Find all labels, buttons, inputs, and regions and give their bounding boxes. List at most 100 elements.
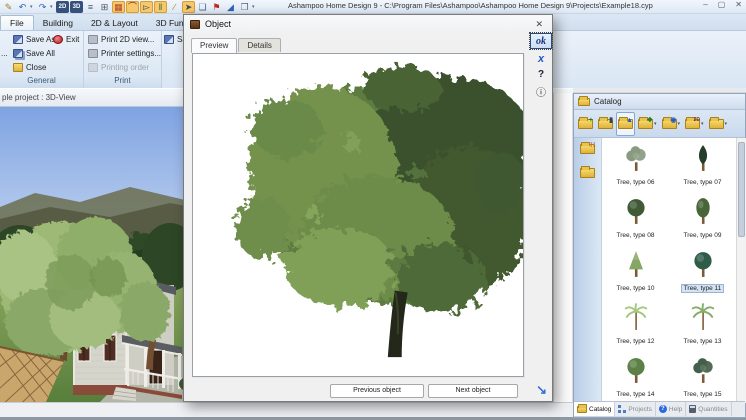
view-2d-icon[interactable]: 2D [56, 1, 69, 13]
columns-icon[interactable]: ǁ [154, 1, 167, 13]
catalog-groups-icon-dropdown[interactable]: ▾ [654, 121, 657, 127]
scrollbar-thumb[interactable] [738, 142, 745, 237]
clipboard-icon-dropdown[interactable]: ▾ [252, 4, 257, 10]
catalog-2d-icon-dropdown[interactable]: ▾ [701, 121, 704, 127]
ribbon-group-general: ... Save As... Save All Close Exit Gener… [0, 31, 84, 88]
catalog-2d-icon-button[interactable]: 2D▾ [683, 112, 706, 136]
tab-catalog[interactable]: Catalog [574, 402, 615, 416]
quantities-icon [689, 405, 696, 413]
catalog-book-icon[interactable]: ▮ [598, 119, 613, 129]
catalog-book-icon-button[interactable]: ▮ [596, 112, 615, 136]
window-tool-icon[interactable]: ⊞ [98, 1, 111, 13]
save-all-button[interactable]: Save All [13, 49, 55, 58]
catalog-favorites-folder-icon[interactable]: ∷ [580, 144, 595, 154]
catalog-materials-icon-button[interactable]: ▾ [707, 112, 730, 136]
tab-building[interactable]: Building [34, 16, 82, 30]
group-label-print: Print [84, 76, 161, 88]
catalog-item-label: Tree, type 06 [614, 179, 656, 186]
tree-thumbnail-icon [623, 303, 649, 336]
info-button[interactable]: ⓘ [536, 84, 546, 99]
view-3d-icon[interactable]: 3D [70, 1, 83, 13]
camera-view-icon[interactable]: ❏ [196, 1, 209, 13]
catalog-internet-icon-dropdown[interactable]: ▾ [678, 121, 681, 127]
close-button[interactable]: Close [13, 63, 46, 72]
catalog-materials-icon-dropdown[interactable]: ▾ [725, 121, 728, 127]
catalog-groups-icon-button[interactable]: ❖▾ [636, 112, 659, 136]
tree-thumbnail-icon [623, 144, 649, 177]
catalog-objects-icon-button[interactable]: ▲ [616, 112, 635, 136]
pencil-icon[interactable]: ✎ [2, 1, 15, 13]
catalog-objects-icon[interactable]: ▲ [618, 119, 633, 129]
catalog-scrollbar[interactable] [736, 138, 746, 403]
roof-tool-icon[interactable]: ⌒ [126, 1, 139, 13]
catalog-toolbar: +▮▲❖▾◉▾2D▾▾ [574, 110, 745, 138]
catalog-item[interactable]: Tree, type 12 [602, 297, 669, 350]
tab-details[interactable]: Details [238, 38, 280, 52]
next-object-button[interactable]: Next object [428, 384, 518, 398]
catalog-new-folder-icon[interactable]: + [578, 119, 593, 129]
flag-icon[interactable]: ⚑ [210, 1, 223, 13]
tab-projects[interactable]: Projects [615, 402, 655, 416]
dimension-icon[interactable]: ∕ [168, 1, 181, 13]
catalog-item[interactable]: Tree, type 13 [669, 297, 736, 350]
preview-tree-image [193, 54, 523, 376]
catalog-2d-icon[interactable]: 2D [685, 119, 700, 129]
catalog-item-list: Tree, type 06Tree, type 07Tree, type 08T… [602, 138, 736, 403]
materials-icon[interactable]: ▦ [112, 1, 125, 13]
tab-file[interactable]: File [0, 15, 34, 30]
undo-icon-dropdown[interactable]: ▾ [30, 4, 35, 10]
catalog-item[interactable]: Tree, type 07 [669, 138, 736, 191]
catalog-item-label: Tree, type 15 [681, 391, 723, 398]
catalog-new-folder-icon-button[interactable]: + [576, 112, 595, 136]
catalog-title: Catalog [594, 97, 622, 106]
catalog-plain-folder-icon[interactable] [580, 168, 595, 178]
dialog-title: Object [205, 19, 532, 29]
resize-handle-icon[interactable]: ↘ [536, 382, 547, 398]
close-folder-icon [13, 63, 23, 72]
catalog-tab-icon [577, 406, 587, 413]
tab-quantities[interactable]: Quantities [686, 402, 731, 416]
catalog-item[interactable]: Tree, type 10 [602, 244, 669, 297]
window-titlebar: ✎↶▾↷▾2D3D≡⊞▦⌒▻ǁ∕➤❏⚑◢❐▾ Ashampoo Home Des… [0, 0, 746, 14]
print-2d-view-button[interactable]: Print 2D view... [88, 35, 154, 44]
catalog-item[interactable]: Tree, type 15 [669, 350, 736, 403]
eraser-icon[interactable]: ◢ [224, 1, 237, 13]
printer-icon [88, 35, 98, 44]
catalog-item[interactable]: Tree, type 09 [669, 191, 736, 244]
exit-button[interactable]: Exit [53, 35, 79, 44]
catalog-item[interactable]: Tree, type 11 [669, 244, 736, 297]
tab-help[interactable]: ? Help [656, 402, 686, 416]
previous-object-button[interactable]: Previous object [330, 384, 424, 398]
dialog-close-icon[interactable]: ✕ [532, 19, 546, 30]
catalog-item[interactable]: Tree, type 06 [602, 138, 669, 191]
catalog-item[interactable]: Tree, type 14 [602, 350, 669, 403]
printing-order-button[interactable]: Printing order [88, 63, 149, 72]
clipboard-icon[interactable]: ❐ [238, 1, 251, 13]
close-icon[interactable]: ✕ [735, 0, 742, 9]
pointer-icon[interactable]: ➤ [182, 1, 195, 13]
catalog-internet-icon[interactable]: ◉ [662, 119, 677, 129]
save-as-icon [13, 35, 23, 44]
wall-tool-icon[interactable]: ≡ [84, 1, 97, 13]
catalog-item[interactable]: Tree, type 08 [602, 191, 669, 244]
ok-button[interactable]: ok [530, 33, 552, 49]
catalog-materials-icon[interactable] [709, 119, 724, 129]
catalog-internet-icon-button[interactable]: ◉▾ [660, 112, 683, 136]
tab-preview[interactable]: Preview [191, 38, 237, 53]
maximize-icon[interactable]: ▢ [718, 0, 726, 9]
redo-icon[interactable]: ↷ [36, 1, 49, 13]
tab-2d-layout[interactable]: 2D & Layout [82, 16, 147, 30]
tree-thumbnail-icon [690, 250, 716, 283]
cancel-x-button[interactable]: x [538, 53, 544, 65]
printer-settings-button[interactable]: Printer settings... [88, 49, 161, 58]
undo-icon[interactable]: ↶ [16, 1, 29, 13]
select-copy-icon[interactable]: ▻ [140, 1, 153, 13]
object-preview [192, 53, 524, 377]
redo-icon-dropdown[interactable]: ▾ [50, 4, 55, 10]
catalog-groups-icon[interactable]: ❖ [638, 119, 653, 129]
exit-icon [53, 35, 63, 44]
tree-thumbnail-icon [623, 197, 649, 230]
catalog-item-label: Tree, type 11 [682, 285, 724, 292]
minimize-icon[interactable]: – [703, 0, 707, 9]
help-button[interactable]: ? [538, 69, 544, 80]
